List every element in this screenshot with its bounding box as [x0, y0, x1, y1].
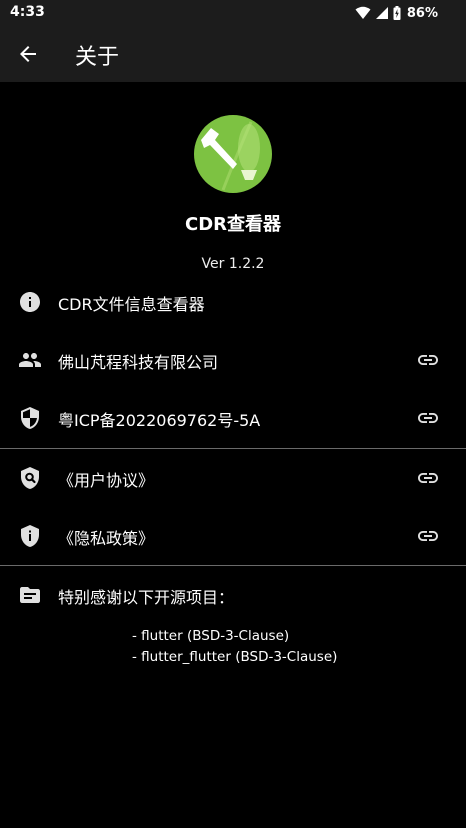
wifi-icon — [355, 6, 371, 19]
user-agreement-label: 《用户协议》 — [58, 471, 155, 490]
status-time: 4:33 — [10, 4, 45, 20]
privacy-policy-label: 《隐私政策》 — [58, 529, 155, 548]
app-name: CDR查看器 — [184, 214, 281, 235]
open-source-label: 特别感谢以下开源项目： — [58, 588, 235, 607]
folder-icon — [20, 587, 40, 603]
shield-icon — [21, 407, 39, 429]
open-source-list: - flutter (BSD-3-Clause) - flutter_flutt… — [132, 626, 337, 668]
privacy-policy-row[interactable]: 《隐私政策》 — [0, 507, 466, 565]
info-icon — [20, 292, 40, 312]
link-icon — [418, 355, 438, 365]
open-source-row: 特别感谢以下开源项目： — [0, 566, 466, 624]
info-label: CDR文件信息查看器 — [58, 295, 205, 314]
icp-row[interactable]: 粤ICP备2022069762号-5A — [0, 389, 466, 447]
battery-icon — [393, 6, 401, 20]
link-icon — [418, 413, 438, 423]
page-title: 关于 — [75, 45, 120, 70]
link-icon — [418, 531, 438, 541]
status-icons: 86% — [355, 5, 438, 21]
app-logo — [193, 114, 273, 194]
app-bar: 关于 — [0, 26, 466, 82]
app-logo-icon — [194, 115, 272, 193]
app-version: Ver 1.2.2 — [201, 256, 265, 272]
battery-percent: 86% — [406, 5, 438, 21]
user-agreement-row[interactable]: 《用户协议》 — [0, 449, 466, 507]
cell-signal-icon — [375, 7, 388, 19]
privacy-shield-icon — [21, 525, 39, 547]
people-icon — [19, 353, 41, 367]
arrow-back-icon — [20, 46, 36, 62]
list-item: - flutter (BSD-3-Clause) — [132, 628, 290, 644]
icp-label: 粤ICP备2022069762号-5A — [58, 411, 261, 430]
company-label: 佛山芃程科技有限公司 — [58, 353, 219, 372]
status-bar: 4:33 86% — [0, 0, 466, 26]
search-shield-icon — [21, 467, 39, 489]
company-row[interactable]: 佛山芃程科技有限公司 — [0, 331, 466, 389]
info-row: CDR文件信息查看器 — [0, 273, 466, 331]
back-button[interactable] — [16, 42, 40, 66]
list-item: - flutter_flutter (BSD-3-Clause) — [132, 649, 338, 665]
link-icon — [418, 473, 438, 483]
